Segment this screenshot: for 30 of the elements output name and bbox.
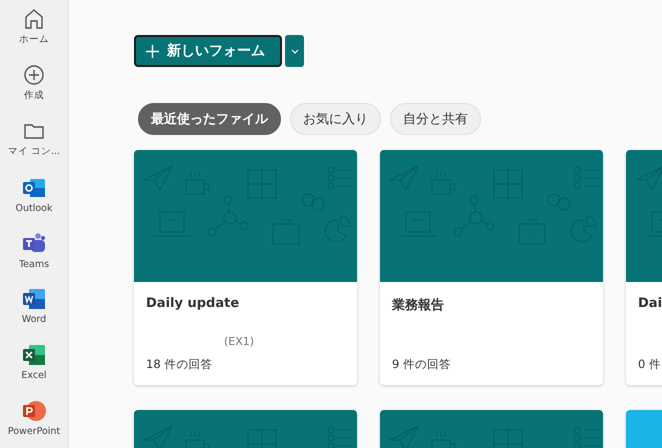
response-count: 0 件 <box>638 357 662 372</box>
presentation-app-icon <box>22 399 46 424</box>
filter-tab[interactable]: 自分と共有 <box>390 103 481 135</box>
response-count: 9 件の回答 <box>392 357 452 372</box>
sidebar-item[interactable]: マイ コン... <box>1 120 67 169</box>
form-title: Dai <box>638 296 662 311</box>
plus-circle-icon <box>23 64 45 86</box>
form-card[interactable]: 業務報告 9 件の回答 <box>380 150 603 385</box>
form-card[interactable]: Dai 0 件 <box>626 150 662 385</box>
home-icon <box>23 8 45 30</box>
sidebar-item[interactable]: Word <box>1 287 67 336</box>
new-form-button[interactable]: 新しいフォーム <box>134 35 282 67</box>
filter-tab[interactable]: 最近使ったファイル <box>138 103 281 135</box>
chevron-down-icon <box>290 48 298 54</box>
form-title: 業務報告 <box>392 296 445 314</box>
document-app-icon <box>22 287 46 312</box>
sidebar-item[interactable]: Teams <box>1 232 67 280</box>
sidebar-item[interactable]: PowerPoint <box>1 399 67 448</box>
sidebar-item[interactable]: Outlook <box>1 176 67 224</box>
form-subtitle: (EX1) <box>224 335 256 348</box>
filter-tab[interactable]: お気に入り <box>290 103 381 135</box>
form-title: Daily update <box>146 296 240 311</box>
sidebar-item[interactable]: 作成 <box>1 64 67 113</box>
sidebar-item[interactable]: Excel <box>1 343 67 392</box>
sidebar-item[interactable]: ホーム <box>1 8 67 57</box>
form-card[interactable]: Daily update (EX1) 18 件の回答 <box>134 150 357 385</box>
response-count: 18 件の回答 <box>146 357 214 372</box>
dropdown-button[interactable] <box>285 35 304 67</box>
plus-icon <box>146 44 159 58</box>
spreadsheet-app-icon <box>22 343 46 368</box>
